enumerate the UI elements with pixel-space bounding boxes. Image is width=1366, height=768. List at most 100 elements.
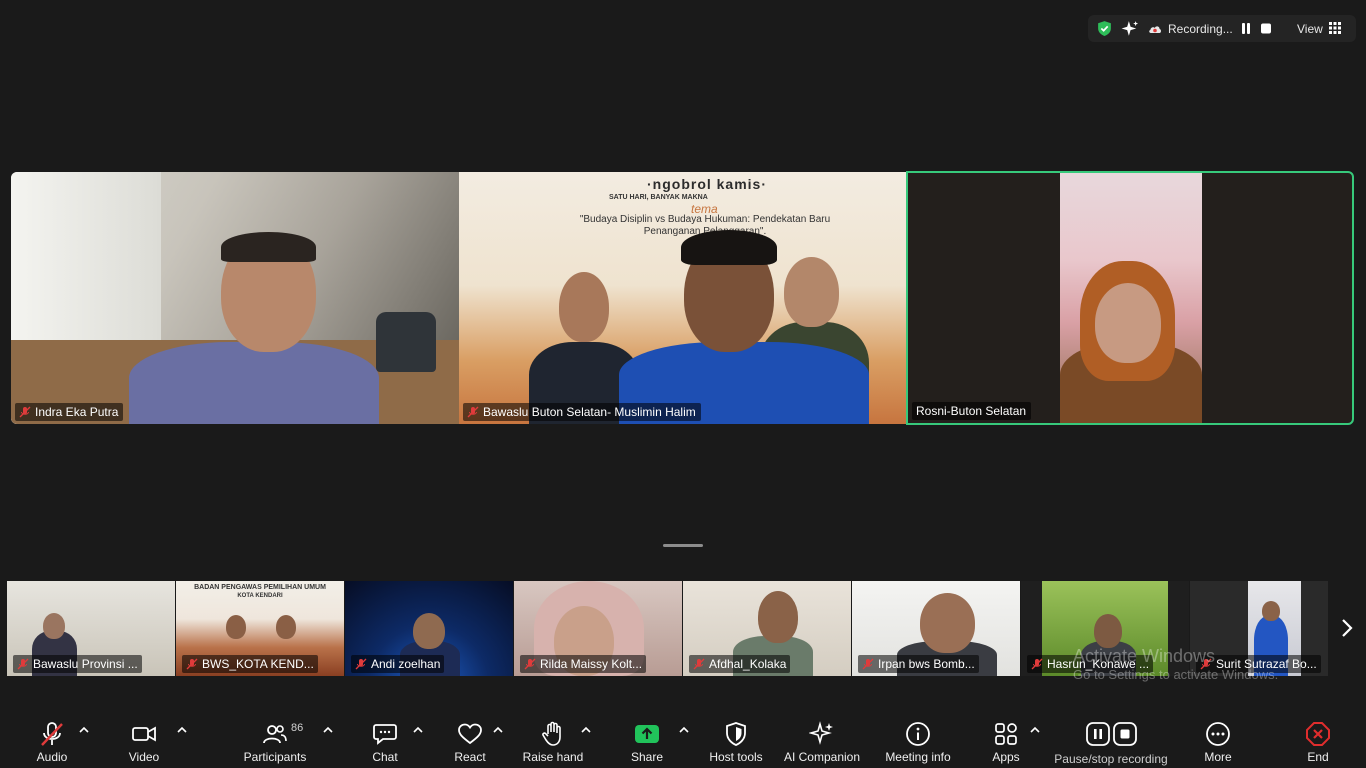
- apps-grid-icon: [993, 720, 1019, 748]
- raised-hand-icon: [541, 720, 565, 748]
- apps-options-caret-icon[interactable]: [1030, 726, 1040, 734]
- chat-options-caret-icon[interactable]: [413, 726, 423, 734]
- mic-muted-icon: [17, 658, 29, 670]
- end-call-icon: [1305, 720, 1331, 748]
- ai-sparkle-icon: [809, 720, 835, 748]
- end-meeting-button[interactable]: End: [1298, 710, 1338, 768]
- video-tile-1[interactable]: Indra Eka Putra: [11, 172, 459, 424]
- person-head: [920, 593, 975, 653]
- person-head: [1262, 601, 1280, 621]
- poster-subtitle: SATU HARI, BANYAK MAKNA: [609, 194, 708, 201]
- mic-muted-icon: [1031, 658, 1043, 670]
- more-label: More: [1204, 750, 1232, 764]
- participant-name: Irpan bws Bomb...: [878, 657, 975, 671]
- video-options-caret-icon[interactable]: [177, 726, 187, 734]
- office-chair: [376, 312, 436, 372]
- audio-label: Audio: [36, 750, 68, 764]
- audio-button[interactable]: Audio: [30, 710, 74, 768]
- thumbnail-tile[interactable]: Afdhal_Kolaka: [683, 581, 851, 676]
- end-label: End: [1307, 750, 1329, 764]
- share-options-caret-icon[interactable]: [679, 726, 689, 734]
- mic-muted-icon: [19, 406, 31, 418]
- chat-button[interactable]: Chat: [364, 710, 406, 768]
- video-tile-2[interactable]: ·ngobrol kamis· SATU HARI, BANYAK MAKNA …: [459, 172, 906, 424]
- participant-video: [1060, 173, 1202, 423]
- shield-check-icon[interactable]: [1096, 20, 1113, 40]
- person-head: [43, 613, 65, 639]
- ai-sparkle-icon[interactable]: [1121, 20, 1139, 41]
- react-options-caret-icon[interactable]: [493, 726, 503, 734]
- thumbnail-tile[interactable]: Andi zoelhan: [345, 581, 513, 676]
- resize-handle[interactable]: [663, 544, 703, 547]
- thumbnail-tile[interactable]: Bawaslu Provinsi ...: [7, 581, 175, 676]
- meeting-info-label: Meeting info: [885, 750, 951, 764]
- apps-label: Apps: [992, 750, 1020, 764]
- raise-hand-label: Raise hand: [522, 750, 584, 764]
- participant-name: Rosni-Buton Selatan: [916, 404, 1027, 418]
- pause-stop-icon: [1085, 720, 1137, 748]
- watermark-line1: Activate Windows: [1073, 646, 1216, 666]
- mic-muted-icon: [186, 658, 198, 670]
- share-screen-icon: [634, 720, 660, 748]
- ai-companion-label: AI Companion: [783, 750, 861, 764]
- host-tools-button[interactable]: Host tools: [706, 710, 766, 768]
- stop-recording-icon[interactable]: [1260, 22, 1272, 38]
- speaker-hair: [681, 230, 777, 265]
- windows-activation-watermark: Activate Windows Go to Settings to activ…: [1073, 646, 1278, 682]
- pause-stop-recording-button[interactable]: Pause/stop recording: [1052, 710, 1170, 768]
- participants-label: Participants: [243, 750, 307, 764]
- mic-muted-icon: [693, 658, 705, 670]
- person-head: [1094, 614, 1122, 648]
- grid-view-icon[interactable]: [1329, 22, 1341, 37]
- participant-name-tag: Bawaslu Buton Selatan- Muslimin Halim: [463, 403, 701, 421]
- mic-muted-icon: [467, 406, 479, 418]
- recording-status-bar: Recording... View: [1088, 15, 1356, 42]
- raise-hand-options-caret-icon[interactable]: [581, 726, 591, 734]
- participant-name-tag: Rosni-Buton Selatan: [912, 402, 1032, 420]
- meeting-info-button[interactable]: Meeting info: [882, 710, 954, 768]
- participant-name: Indra Eka Putra: [35, 405, 119, 419]
- audio-options-caret-icon[interactable]: [79, 726, 89, 734]
- thumbnail-tile[interactable]: BADAN PENGAWAS PEMILIHAN UMUM KOTA KENDA…: [176, 581, 344, 676]
- chat-label: Chat: [372, 750, 398, 764]
- participants-count: 86: [291, 722, 304, 734]
- next-page-chevron-icon[interactable]: [1337, 615, 1357, 641]
- participants-button[interactable]: Participants: [240, 710, 310, 768]
- share-label: Share: [630, 750, 664, 764]
- video-button[interactable]: Video: [122, 710, 166, 768]
- mic-muted-icon: [39, 720, 65, 748]
- participant-name: Afdhal_Kolaka: [709, 657, 787, 671]
- shield-icon: [724, 720, 748, 748]
- view-button[interactable]: View: [1297, 22, 1323, 36]
- mic-muted-icon: [524, 658, 536, 670]
- mic-muted-icon: [355, 658, 367, 670]
- chat-bubble-icon: [372, 720, 398, 748]
- person-head: [559, 272, 609, 342]
- participant-name-tag: Irpan bws Bomb...: [858, 655, 979, 673]
- person-head: [226, 615, 246, 639]
- pause-recording-icon[interactable]: [1240, 22, 1252, 38]
- thumbnail-tile[interactable]: Rilda Maissy Kolt...: [514, 581, 682, 676]
- person-body: [129, 342, 379, 424]
- person-hair: [221, 232, 316, 262]
- person-head: [413, 613, 445, 649]
- heart-icon: [457, 720, 483, 748]
- raise-hand-button[interactable]: Raise hand: [522, 710, 584, 768]
- ai-companion-button[interactable]: AI Companion: [782, 710, 862, 768]
- participant-name-tag: Andi zoelhan: [351, 655, 445, 673]
- more-button[interactable]: More: [1196, 710, 1240, 768]
- apps-button[interactable]: Apps: [988, 710, 1024, 768]
- participants-options-caret-icon[interactable]: [323, 726, 333, 734]
- participant-name-tag: Rilda Maissy Kolt...: [520, 655, 647, 673]
- thumbnail-tile[interactable]: Irpan bws Bomb...: [852, 581, 1020, 676]
- participant-name: BWS_KOTA KEND...: [202, 657, 314, 671]
- react-button[interactable]: React: [448, 710, 492, 768]
- person-head: [784, 257, 839, 327]
- host-tools-label: Host tools: [709, 750, 763, 764]
- video-tile-3-active-speaker[interactable]: Rosni-Buton Selatan: [906, 171, 1354, 425]
- recording-label: Recording...: [1168, 22, 1233, 36]
- share-button[interactable]: Share: [626, 710, 668, 768]
- meeting-toolbar: Audio Video Participants 86 Chat React R…: [0, 710, 1366, 768]
- person-head: [276, 615, 296, 639]
- participant-name-tag: Indra Eka Putra: [15, 403, 124, 421]
